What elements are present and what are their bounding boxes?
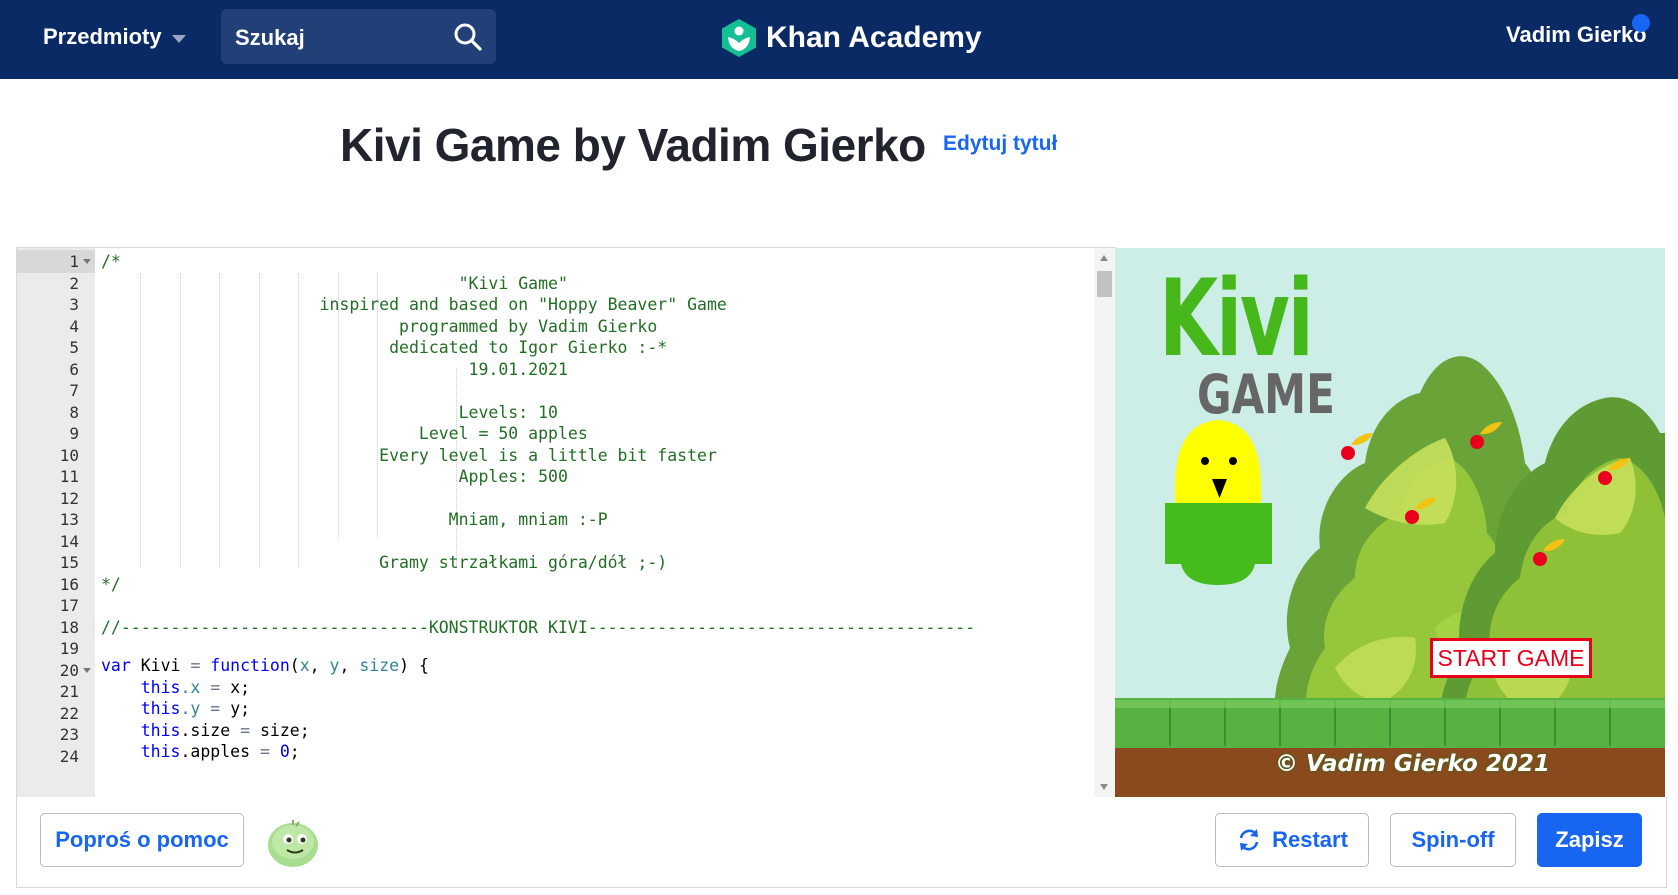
comment-line: Mniam, mniam :-P xyxy=(101,510,608,529)
nav-edge xyxy=(1667,0,1678,79)
line-number: 12 xyxy=(59,488,79,508)
line-number: 1 xyxy=(69,252,79,271)
line-number: 8 xyxy=(69,402,79,422)
line-number: 10 xyxy=(59,445,79,465)
comment-line: Gramy strzałkami góra/dół ;-) xyxy=(101,553,668,572)
code-line-24: this.apples = 0; xyxy=(140,742,300,761)
line-number: 24 xyxy=(59,746,79,766)
search-input[interactable]: Szukaj xyxy=(235,25,305,51)
line-number: 7 xyxy=(69,381,79,400)
save-label: Zapisz xyxy=(1555,827,1624,852)
line-number-gutter: 1 2 3 4 5 6 7 8 9 10 11 12 13 14 15 16 17 18 19 20 21 22 23 24 xyxy=(17,248,95,797)
scroll-up-arrow-icon[interactable] xyxy=(1100,255,1108,261)
subjects-menu-label: Przedmioty xyxy=(43,24,162,49)
comment-line: 19.01.2021 xyxy=(101,359,568,379)
chevron-down-icon xyxy=(171,34,186,43)
start-game-button[interactable]: START GAME xyxy=(1430,638,1592,678)
line-number: 22 xyxy=(59,703,79,723)
game-title: Kivi xyxy=(1159,257,1314,380)
line-number: 4 xyxy=(69,316,79,336)
line-number: 18 xyxy=(59,617,79,637)
notification-dot-icon xyxy=(1632,14,1650,32)
code-line-23: this.size = size; xyxy=(140,721,310,740)
line-number: 5 xyxy=(69,338,79,357)
comment-line: dedicated to Igor Gierko :-* xyxy=(101,338,668,357)
comment-line: Levels: 10 xyxy=(101,402,558,422)
line-number: 9 xyxy=(69,424,79,443)
line-number: 17 xyxy=(59,596,79,615)
program-output-canvas[interactable]: Kivi GAME START GAME © Vadim Gierko 2021 xyxy=(1115,248,1665,798)
comment-line: Apples: 500 xyxy=(101,467,568,486)
comment-line: //-------------------------------KONSTRU… xyxy=(101,617,976,637)
line-number: 21 xyxy=(59,682,79,701)
code-editor[interactable]: 1 2 3 4 5 6 7 8 9 10 11 12 13 14 15 16 17 18 19 20 21 22 23 24 … xyxy=(16,247,1116,798)
editor-scrollbar[interactable] xyxy=(1094,248,1115,797)
fold-arrow-icon[interactable] xyxy=(83,259,91,264)
comment-line: /* xyxy=(101,252,121,271)
code-area[interactable]: /* "Kivi Game" inspired and based on "Ho… xyxy=(101,248,1091,797)
search-box[interactable]: Szukaj xyxy=(221,9,496,64)
line-number: 14 xyxy=(59,531,79,551)
page-title: Kivi Game by Vadim Gierko xyxy=(340,119,926,171)
ask-for-help-button[interactable]: Poproś o pomoc xyxy=(40,813,244,867)
line-number: 23 xyxy=(59,725,79,744)
comment-line: "Kivi Game" xyxy=(101,273,568,293)
scroll-down-arrow-icon[interactable] xyxy=(1100,784,1108,790)
fold-arrow-icon[interactable] xyxy=(83,667,91,673)
game-subtitle: GAME xyxy=(1197,363,1335,426)
spin-off-button[interactable]: Spin-off xyxy=(1390,813,1516,867)
comment-line: Every level is a little bit faster xyxy=(101,445,717,465)
line-number: 13 xyxy=(59,510,79,529)
editor-action-bar: Poproś o pomoc Restart Spin-off Zapisz xyxy=(16,797,1667,888)
user-menu-button[interactable]: Vadim Gierko xyxy=(1506,22,1647,48)
save-button[interactable]: Zapisz xyxy=(1537,813,1642,867)
comment-line: Level = 50 apples xyxy=(101,424,588,443)
brand-name: Khan Academy xyxy=(766,21,982,54)
restart-label: Restart xyxy=(1272,827,1348,852)
comment-line: programmed by Vadim Gierko xyxy=(101,316,658,336)
spin-off-label: Spin-off xyxy=(1411,827,1495,852)
copyright-text: © Vadim Gierko 2021 xyxy=(1275,751,1550,777)
comment-line: */ xyxy=(101,574,121,594)
line-number: 20 xyxy=(59,660,79,680)
restart-button[interactable]: Restart xyxy=(1215,813,1369,867)
code-line-22: this.y = y; xyxy=(140,699,251,718)
code-line-21: this.x = x; xyxy=(140,678,251,697)
code-line-20: var Kivi = function(x, y, size) { xyxy=(101,656,429,675)
subjects-menu-button[interactable]: Przedmioty xyxy=(43,22,186,52)
line-number: 16 xyxy=(59,574,79,594)
line-number: 6 xyxy=(69,359,79,379)
edit-title-link[interactable]: Edytuj tytuł xyxy=(943,132,1057,156)
khan-academy-logo[interactable]: Khan Academy xyxy=(720,16,982,60)
line-number: 11 xyxy=(59,467,79,486)
scrollbar-thumb[interactable] xyxy=(1097,271,1112,297)
restart-icon xyxy=(1239,829,1259,851)
khan-academy-logo-icon xyxy=(722,19,756,57)
ask-for-help-label: Poproś o pomoc xyxy=(55,827,229,852)
line-number: 19 xyxy=(59,639,79,658)
comment-line: inspired and based on "Hoppy Beaver" Gam… xyxy=(101,295,727,314)
line-number: 3 xyxy=(69,295,79,314)
line-number: 2 xyxy=(69,273,79,293)
avatar-icon[interactable] xyxy=(266,818,320,868)
search-icon[interactable] xyxy=(452,21,484,53)
line-number: 15 xyxy=(59,553,79,572)
